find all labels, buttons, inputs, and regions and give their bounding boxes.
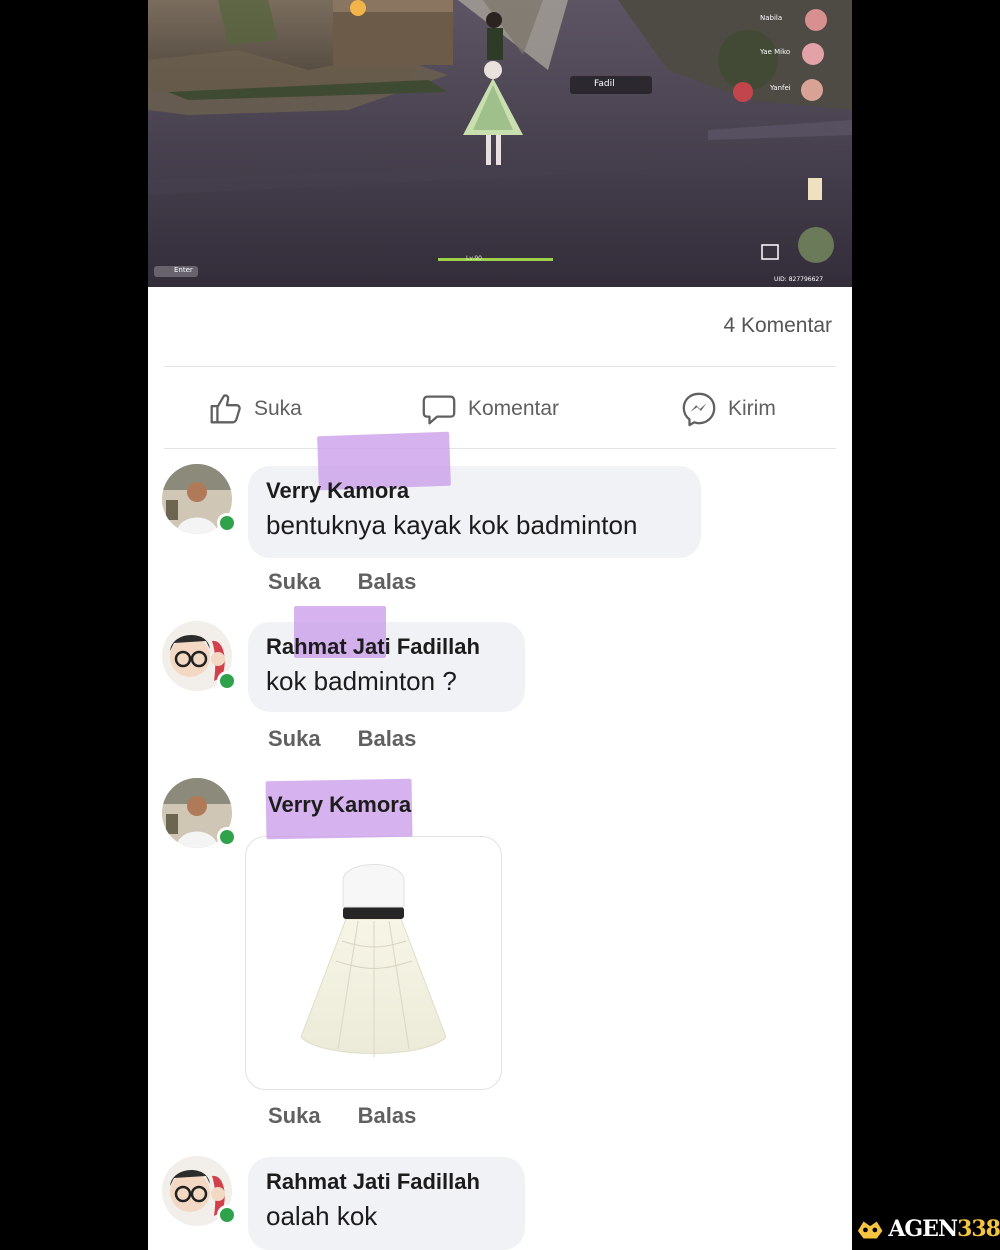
online-indicator <box>217 1205 237 1225</box>
like-button[interactable]: Suka <box>206 388 302 430</box>
comment-actions: Suka Balas <box>268 569 416 595</box>
mask-logo-icon <box>857 1221 883 1239</box>
speech-bubble-icon <box>422 395 456 425</box>
brand-watermark: AGEN338 <box>856 1213 1000 1245</box>
comment-label: Komentar <box>468 397 560 420</box>
online-indicator <box>217 827 237 847</box>
online-indicator <box>217 671 237 691</box>
comment-like-button[interactable]: Suka <box>268 1103 321 1129</box>
shuttlecock-image <box>300 864 447 1057</box>
comment-reply-button[interactable]: Balas <box>358 726 417 752</box>
comment-author[interactable]: Rahmat Jati Fadillah <box>266 1169 505 1195</box>
party-member-1: Nabila <box>760 14 783 22</box>
divider-top <box>164 366 836 367</box>
send-button[interactable]: Kirim <box>680 388 776 430</box>
comment-image-card[interactable] <box>245 836 502 1090</box>
comment-bubble[interactable]: Verry Kamora bentuknya kayak kok badmint… <box>248 431 701 558</box>
comment-author[interactable]: Rahmat Jati Fadillah <box>266 634 505 660</box>
comment-bubble[interactable]: Rahmat Jati Fadillah kok badminton ? <box>248 606 525 712</box>
comment-text: oalah kok <box>266 1201 378 1231</box>
watermark-text: AGEN338 <box>888 1216 1000 1242</box>
game-scene <box>148 0 852 287</box>
comment-count[interactable]: 4 Komentar <box>723 314 832 338</box>
comment-actions: Suka Balas <box>268 726 416 752</box>
watermark-brand: AGEN <box>888 1216 958 1242</box>
enter-label[interactable]: Enter <box>174 266 193 274</box>
like-label: Suka <box>254 397 302 420</box>
comment-author[interactable]: Verry Kamora <box>268 792 411 818</box>
comment-reply-button[interactable]: Balas <box>358 1103 417 1129</box>
online-indicator <box>217 513 237 533</box>
party-member-3: Yanfei <box>770 84 791 92</box>
messenger-icon <box>682 392 716 427</box>
watermark-number: 338 <box>957 1216 1000 1242</box>
game-screenshot: Fadil Nabila Yae Miko Yanfei Enter Lv.90… <box>148 0 852 287</box>
comment-like-button[interactable]: Suka <box>268 726 321 752</box>
comment-bubble[interactable]: Rahmat Jati Fadillah oalah kok <box>248 1157 525 1250</box>
thumbs-up-icon <box>210 394 241 424</box>
party-member-2: Yae Miko <box>760 48 791 56</box>
comment-like-button[interactable]: Suka <box>268 569 321 595</box>
comment-actions: Suka Balas <box>268 1103 416 1129</box>
comment-author[interactable]: Verry Kamora <box>266 478 681 504</box>
health-label: Lv.90 <box>466 255 482 262</box>
comment-button[interactable]: Komentar <box>420 388 559 430</box>
comment-text: bentuknya kayak kok badminton <box>266 510 638 540</box>
send-label: Kirim <box>728 397 776 420</box>
comment-text: kok badminton ? <box>266 666 457 696</box>
comment-reply-button[interactable]: Balas <box>358 569 417 595</box>
phone-screen: Fadil Nabila Yae Miko Yanfei Enter Lv.90… <box>148 0 852 1250</box>
uid-label: UID: 827796627 <box>774 276 824 283</box>
divider-bottom <box>164 448 836 449</box>
player-name: Fadil <box>594 79 615 89</box>
